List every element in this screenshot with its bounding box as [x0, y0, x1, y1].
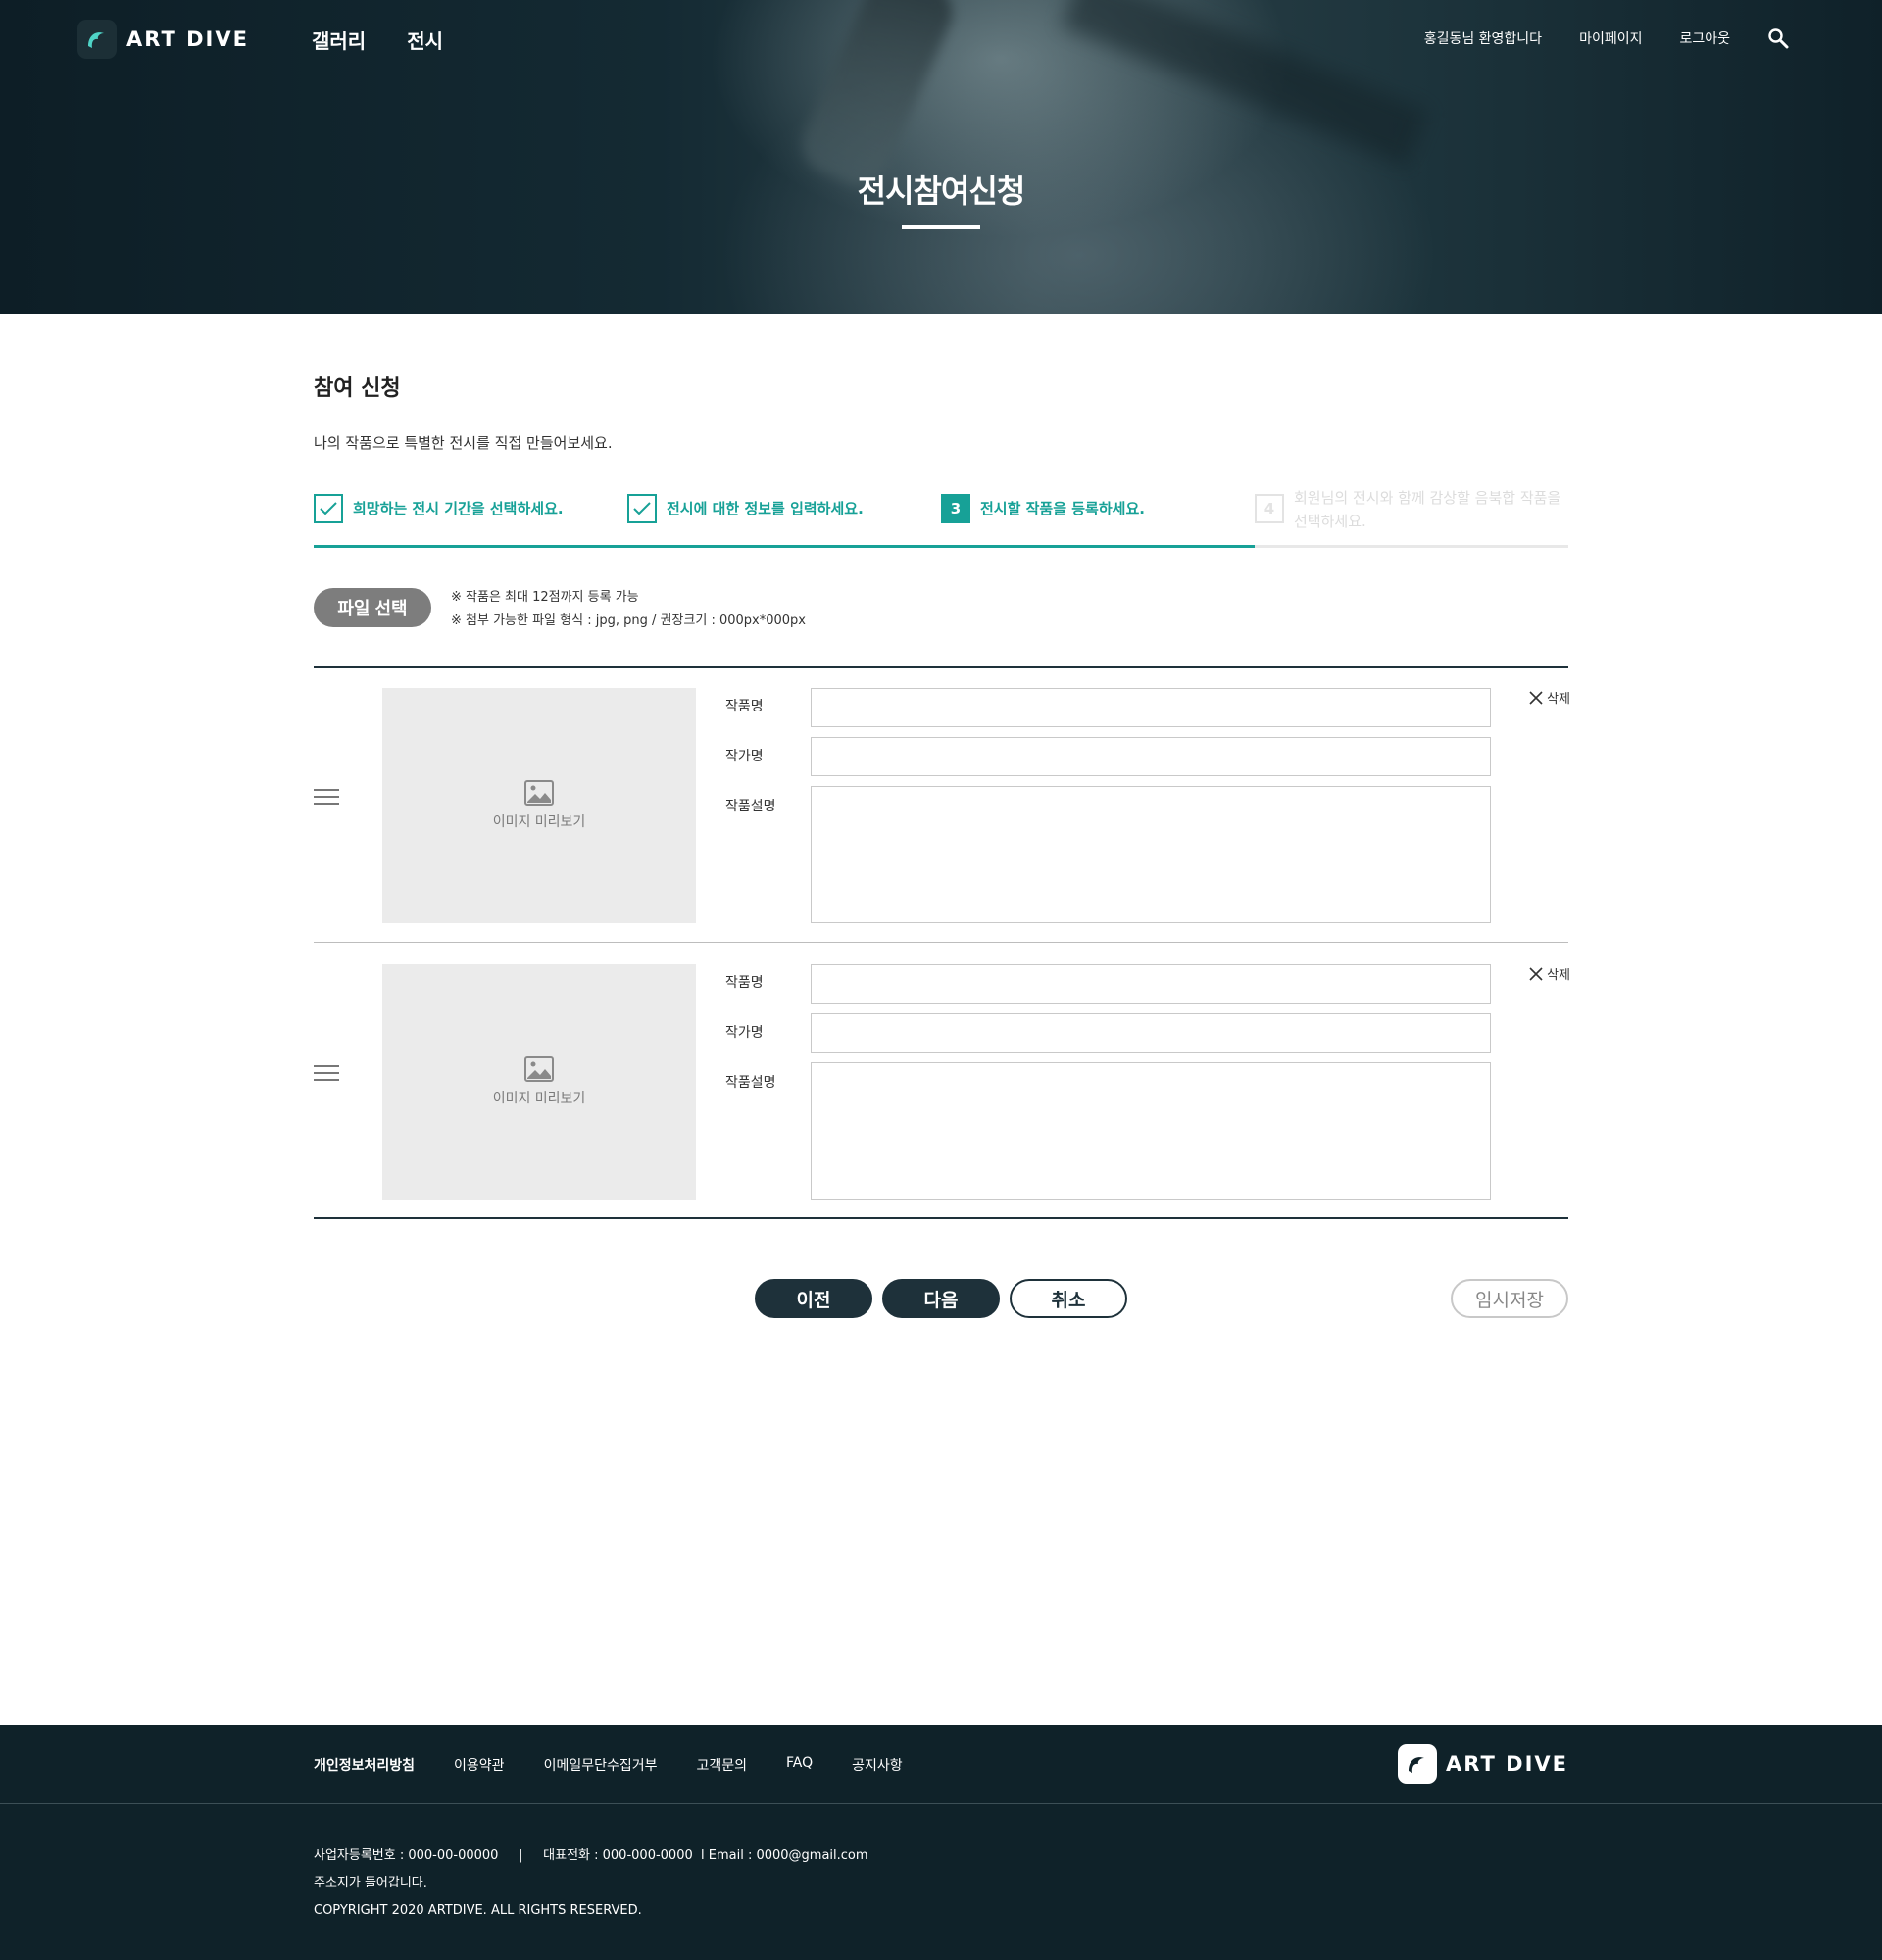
step-number: 3 — [941, 494, 970, 523]
footer-logo[interactable]: ART DIVE — [1398, 1744, 1568, 1784]
step-1: 희망하는 전시 기간을 선택하세요. — [314, 494, 564, 523]
image-preview[interactable]: 이미지 미리보기 — [382, 688, 696, 923]
title-label: 작품명 — [725, 699, 764, 714]
main-nav: 갤러리 전시 — [312, 25, 443, 54]
delete-button[interactable]: 삭제 — [1529, 688, 1570, 707]
footer-link-email-refusal[interactable]: 이메일무단수집거부 — [544, 1755, 658, 1775]
footer-logo-text: ART DIVE — [1446, 1752, 1568, 1776]
hero-banner: ART DIVE 갤러리 전시 홍길동님 환영합니다 마이페이지 로그아웃 전시… — [0, 0, 1882, 314]
nav-gallery[interactable]: 갤러리 — [312, 25, 366, 54]
nav-exhibition[interactable]: 전시 — [407, 25, 443, 54]
image-icon — [524, 1056, 554, 1082]
step-3: 3 전시할 작품을 등록하세요. — [941, 494, 1145, 523]
step-label: 회원님의 전시와 함께 감상할 음북합 작품을 선택하세요. — [1294, 489, 1561, 530]
logo-mark-icon — [77, 20, 117, 59]
footer-link-privacy[interactable]: 개인정보처리방침 — [314, 1755, 415, 1775]
page-title: 전시참여신청 — [857, 172, 1026, 210]
title-label: 작품명 — [725, 975, 764, 991]
site-logo[interactable]: ART DIVE — [77, 20, 249, 59]
hero-background-shadow — [1061, 0, 1429, 166]
description-textarea[interactable] — [811, 1062, 1491, 1200]
upload-notes: ※ 작품은 최대 12점까지 등록 가능 ※ 첨부 가능한 파일 형식 : jp… — [451, 586, 806, 633]
artwork-item: 이미지 미리보기 작품명 작가명 작품설명 삭제 — [314, 666, 1570, 942]
step-4: 4 회원님의 전시와 함께 감상할 음북합 작품을 선택하세요. — [1255, 489, 1578, 533]
step-indicator: 희망하는 전시 기간을 선택하세요. 전시에 대한 정보를 입력하세요. 3 전… — [314, 489, 1568, 549]
progress-fill — [314, 545, 1255, 548]
list-bottom-border — [314, 1217, 1568, 1219]
description-textarea[interactable] — [811, 786, 1491, 923]
utility-nav: 홍길동님 환영합니다 마이페이지 로그아웃 — [1424, 27, 1789, 49]
close-icon — [1529, 966, 1543, 981]
welcome-text: 홍길동님 환영합니다 — [1423, 31, 1543, 47]
next-button[interactable]: 다음 — [882, 1279, 1000, 1318]
author-label: 작가명 — [725, 1025, 764, 1041]
close-icon — [1529, 690, 1543, 705]
author-input[interactable] — [811, 1013, 1491, 1053]
cancel-button[interactable]: 취소 — [1010, 1279, 1127, 1318]
footer-link-notice[interactable]: 공지사항 — [852, 1755, 903, 1775]
artwork-item: 이미지 미리보기 작품명 작가명 작품설명 삭제 — [314, 942, 1570, 1217]
image-icon — [524, 780, 554, 806]
title-underline — [902, 225, 980, 229]
delete-label: 삭제 — [1547, 968, 1570, 983]
footer-link-terms[interactable]: 이용약관 — [454, 1755, 505, 1775]
step-number: 4 — [1255, 494, 1284, 523]
description-label: 작품설명 — [725, 1075, 776, 1091]
temp-save-button[interactable]: 임시저장 — [1451, 1279, 1568, 1318]
mypage-link[interactable]: 마이페이지 — [1579, 28, 1642, 48]
description-label: 작품설명 — [725, 799, 776, 814]
section-description: 나의 작품으로 특별한 전시를 직접 만들어보세요. — [314, 434, 613, 452]
prev-button[interactable]: 이전 — [755, 1279, 872, 1318]
logo-mark-icon — [1398, 1744, 1438, 1784]
delete-button[interactable]: 삭제 — [1529, 964, 1570, 983]
hero-background-pen — [793, 0, 962, 195]
step-label: 희망하는 전시 기간을 선택하세요. — [353, 500, 564, 517]
logo-text: ART DIVE — [126, 27, 249, 51]
copyright: COPYRIGHT 2020 ARTDIVE. ALL RIGHTS RESER… — [314, 1903, 642, 1918]
file-select-button[interactable]: 파일 선택 — [314, 588, 431, 627]
title-input[interactable] — [811, 964, 1491, 1004]
footer-divider — [0, 1803, 1882, 1804]
author-label: 작가명 — [725, 749, 764, 764]
address: 주소지가 들어갑니다. — [314, 1876, 427, 1890]
preview-label: 이미지 미리보기 — [492, 1091, 586, 1106]
preview-label: 이미지 미리보기 — [492, 814, 586, 830]
title-input[interactable] — [811, 688, 1491, 727]
image-preview[interactable]: 이미지 미리보기 — [382, 964, 696, 1200]
upload-note-format: ※ 첨부 가능한 파일 형식 : jpg, png / 권장크기 : 000px… — [451, 613, 806, 628]
footer-link-contact[interactable]: 고객문의 — [697, 1755, 748, 1775]
business-info: 사업자등록번호 : 000-00-00000 | 대표전화 : 000-000-… — [314, 1848, 868, 1863]
footer-link-faq[interactable]: FAQ — [786, 1755, 813, 1775]
footer: 개인정보처리방침 이용약관 이메일무단수집거부 고객문의 FAQ 공지사항 AR… — [0, 1725, 1882, 1960]
check-icon — [314, 494, 343, 523]
drag-handle-icon[interactable] — [314, 1065, 339, 1085]
delete-label: 삭제 — [1547, 692, 1570, 707]
author-input[interactable] — [811, 737, 1491, 776]
step-label: 전시할 작품을 등록하세요. — [980, 500, 1145, 517]
footer-links: 개인정보처리방침 이용약관 이메일무단수집거부 고객문의 FAQ 공지사항 — [314, 1755, 903, 1775]
upload-note-count: ※ 작품은 최대 12점까지 등록 가능 — [451, 590, 639, 605]
section-title: 참여 신청 — [314, 376, 401, 401]
footer-info: 사업자등록번호 : 000-00-00000 | 대표전화 : 000-000-… — [314, 1842, 868, 1925]
logout-link[interactable]: 로그아웃 — [1679, 28, 1730, 48]
search-icon[interactable] — [1767, 27, 1789, 49]
step-label: 전시에 대한 정보를 입력하세요. — [667, 500, 864, 517]
drag-handle-icon[interactable] — [314, 789, 339, 808]
step-2: 전시에 대한 정보를 입력하세요. — [627, 494, 864, 523]
check-icon — [627, 494, 657, 523]
